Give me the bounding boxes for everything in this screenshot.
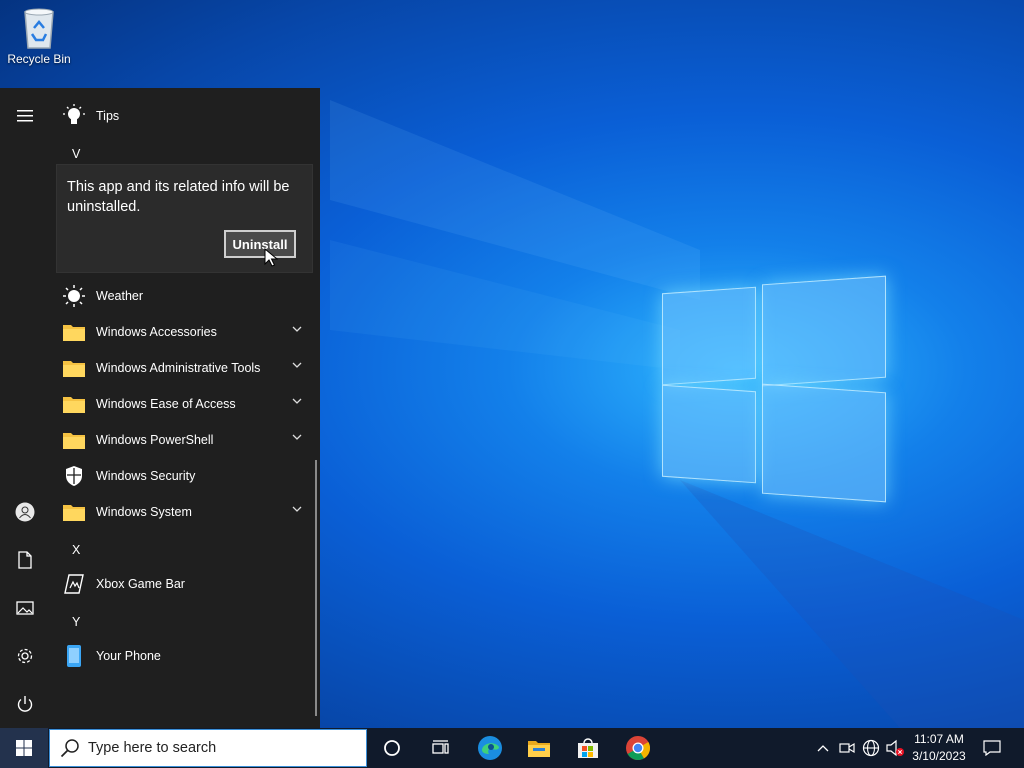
taskbar-app-file-explorer[interactable]	[515, 728, 563, 768]
folder-icon	[63, 361, 85, 377]
desktop-icon-recycle-bin[interactable]: Recycle Bin	[6, 6, 72, 66]
app-item-label: Weather	[96, 289, 144, 303]
letter-header-y[interactable]: Y	[72, 615, 80, 629]
mouse-cursor-icon	[264, 248, 278, 267]
expand-menu-button[interactable]	[9, 100, 41, 132]
pictures-icon	[16, 601, 34, 615]
cortana-icon	[384, 740, 400, 756]
documents-icon	[18, 551, 32, 569]
taskbar-clock[interactable]: 11:07 AM 3/10/2023	[906, 731, 972, 765]
shield-icon	[66, 466, 82, 486]
chrome-icon	[626, 736, 651, 761]
store-icon	[578, 738, 598, 758]
folder-icon	[63, 397, 85, 413]
folder-icon	[63, 433, 85, 449]
meet-now-icon	[839, 742, 855, 754]
app-item-tips[interactable]: Tips	[62, 100, 308, 132]
chevron-down-icon[interactable]	[292, 505, 302, 513]
app-item-label: Windows Accessories	[96, 325, 217, 339]
app-item-label: Windows Ease of Access	[96, 397, 236, 411]
user-account-button[interactable]	[9, 496, 41, 528]
xbox-game-bar-icon	[64, 574, 84, 594]
taskbar: Type here to search 11:07 AM 3/10/2023	[0, 728, 1024, 768]
lightbulb-icon	[63, 104, 85, 124]
task-view-icon	[432, 740, 449, 754]
app-item-label: Xbox Game Bar	[96, 577, 185, 591]
app-item-label: Tips	[96, 109, 120, 123]
letter-header-x[interactable]: X	[72, 543, 80, 557]
cortana-button[interactable]	[368, 728, 416, 768]
app-item-label: Windows Administrative Tools	[96, 361, 261, 375]
taskbar-app-edge[interactable]	[466, 728, 514, 768]
app-item-label: Windows PowerShell	[96, 433, 214, 447]
action-center-button[interactable]	[978, 728, 1006, 768]
taskbar-search-box[interactable]: Type here to search	[49, 729, 367, 767]
chevron-down-icon[interactable]	[292, 433, 302, 441]
app-item-windows-administrative-tools[interactable]: Windows Administrative Tools	[62, 352, 308, 384]
app-item-label: Windows Security	[96, 469, 196, 483]
start-menu: Tips V Weather Windows Accessories Windo…	[0, 88, 320, 728]
sun-icon	[63, 285, 85, 307]
folder-icon	[63, 505, 85, 521]
user-icon	[15, 502, 35, 522]
power-button[interactable]	[9, 688, 41, 720]
show-hidden-icons-button[interactable]	[814, 728, 832, 768]
app-item-windows-security[interactable]: Windows Security	[62, 460, 308, 492]
app-item-label: Your Phone	[96, 649, 161, 663]
letter-header-v[interactable]: V	[72, 147, 80, 161]
app-item-windows-accessories[interactable]: Windows Accessories	[62, 316, 308, 348]
chevron-up-icon	[817, 745, 829, 752]
windows-start-icon	[16, 740, 32, 756]
start-rail	[0, 88, 50, 728]
recycle-bin-icon	[24, 8, 54, 49]
chevron-down-icon[interactable]	[292, 361, 302, 369]
windows-logo-wallpaper	[660, 268, 888, 503]
search-placeholder: Type here to search	[88, 740, 217, 756]
meet-now-button[interactable]	[838, 728, 856, 768]
app-item-xbox-game-bar[interactable]: Xbox Game Bar	[62, 568, 308, 600]
search-icon	[60, 739, 79, 758]
uninstall-button[interactable]: Uninstall	[224, 230, 296, 258]
action-center-icon	[983, 740, 1001, 756]
edge-icon	[478, 736, 502, 760]
hamburger-icon	[17, 110, 33, 122]
app-item-windows-powershell[interactable]: Windows PowerShell	[62, 424, 308, 456]
chevron-down-icon[interactable]	[292, 325, 302, 333]
app-item-windows-system[interactable]: Windows System	[62, 496, 308, 528]
uninstall-message: This app and its related info will be un…	[67, 179, 290, 215]
taskbar-app-store[interactable]	[564, 728, 612, 768]
documents-button[interactable]	[9, 544, 41, 576]
app-item-label: Windows System	[96, 505, 192, 519]
settings-icon	[17, 648, 33, 664]
phone-icon	[67, 645, 81, 667]
chevron-down-icon[interactable]	[292, 397, 302, 405]
app-item-weather[interactable]: Weather	[62, 280, 308, 312]
power-icon	[17, 696, 33, 712]
folder-icon	[63, 325, 85, 341]
taskbar-app-chrome[interactable]	[614, 728, 662, 768]
app-item-windows-ease-of-access[interactable]: Windows Ease of Access	[62, 388, 308, 420]
network-button[interactable]	[861, 728, 881, 768]
app-list-scrollbar[interactable]	[315, 460, 317, 716]
desktop-icon-label: Recycle Bin	[7, 52, 71, 66]
network-icon	[862, 739, 880, 757]
clock-time: 11:07 AM	[914, 732, 964, 746]
clock-date: 3/10/2023	[912, 749, 966, 763]
pictures-button[interactable]	[9, 592, 41, 624]
volume-button[interactable]	[885, 728, 905, 768]
volume-muted-icon	[886, 739, 904, 757]
app-item-your-phone[interactable]: Your Phone	[62, 640, 308, 672]
task-view-button[interactable]	[416, 728, 464, 768]
settings-button[interactable]	[9, 640, 41, 672]
start-button[interactable]	[0, 728, 48, 768]
file-explorer-icon	[528, 741, 550, 757]
